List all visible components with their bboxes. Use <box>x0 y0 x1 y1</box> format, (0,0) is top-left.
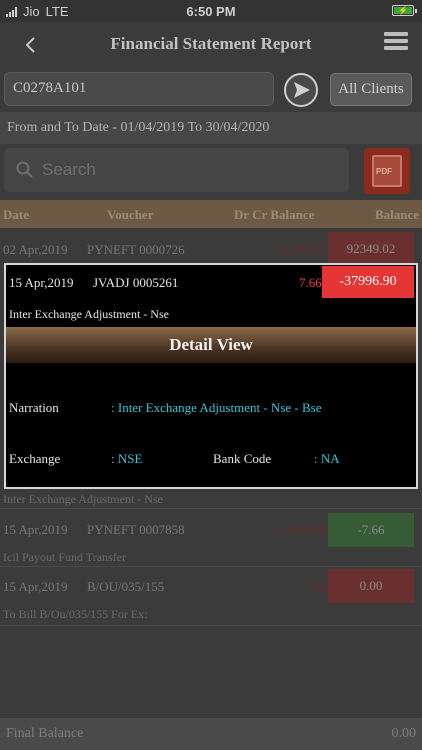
page-title: Financial Statement Report <box>110 34 312 53</box>
narration-value: : Inter Exchange Adjustment - Nse - Bse <box>111 400 322 415</box>
search-input[interactable]: Search <box>4 148 349 192</box>
table-header: Date Voucher Dr Cr Balance Balance <box>0 200 422 228</box>
search-icon <box>16 161 33 178</box>
send-arrow-icon <box>294 82 310 98</box>
search-placeholder: Search <box>42 160 96 179</box>
narration-label: Narration <box>9 400 59 415</box>
bank-code-label: Bank Code <box>213 451 272 466</box>
bank-code-value: : NA <box>314 451 340 466</box>
col-date: Date <box>3 207 29 222</box>
send-button[interactable] <box>284 73 318 107</box>
divider <box>0 625 422 626</box>
table-row[interactable]: Inter Exchange Adjustment - Nse <box>0 490 422 510</box>
col-voucher: Voucher <box>107 207 154 222</box>
table-row[interactable]: 15 Apr,2019 PYNEFT 0007858 -7000.00 -7.6… <box>0 512 422 566</box>
exchange-label: Exchange <box>9 451 61 466</box>
back-icon[interactable] <box>22 34 40 56</box>
detail-view-title: Detail View <box>6 327 416 363</box>
pdf-export-button[interactable]: PDF <box>364 148 410 194</box>
divider <box>0 566 422 567</box>
detail-voucher: JVADJ 0005261 <box>93 275 179 290</box>
nav-bar: Financial Statement Report <box>0 22 422 68</box>
final-balance-value: 0.00 <box>391 726 417 741</box>
detail-balance: -37996.90 <box>322 266 414 298</box>
pdf-icon: PDF <box>372 155 402 187</box>
detail-narration-line: Inter Exchange Adjustment - Nse <box>9 307 169 321</box>
all-clients-button[interactable]: All Clients <box>330 73 412 106</box>
detail-drcr: 7.66 <box>299 275 322 290</box>
table-row[interactable]: 02 Apr,2019 PYNEFT 0000726 92349.02 9234… <box>0 232 422 266</box>
clock: 6:50 PM <box>186 4 236 19</box>
detail-view-popup[interactable]: 15 Apr,2019 JVADJ 0005261 7.66 -37996.90… <box>4 263 418 489</box>
final-balance-bar: Final Balance 0.00 <box>0 718 422 750</box>
client-code-input[interactable]: C0278A101 <box>4 72 274 106</box>
hamburger-menu-icon[interactable] <box>384 32 408 56</box>
detail-date: 15 Apr,2019 <box>9 275 74 290</box>
date-range-label: From and To Date - 01/04/2019 To 30/04/2… <box>0 112 422 144</box>
table-row[interactable]: 15 Apr,2019 B/OU/035/155 7.66 0.00 To Bi… <box>0 569 422 625</box>
divider <box>0 508 422 509</box>
status-bar: Jio LTE 6:50 PM ⚡ <box>0 0 422 22</box>
col-balance: Balance <box>375 207 420 222</box>
col-drcr: Dr Cr Balance <box>234 207 315 222</box>
final-balance-label: Final Balance <box>6 726 84 741</box>
exchange-value: : NSE <box>111 451 143 466</box>
battery-icon: ⚡ <box>392 5 417 16</box>
